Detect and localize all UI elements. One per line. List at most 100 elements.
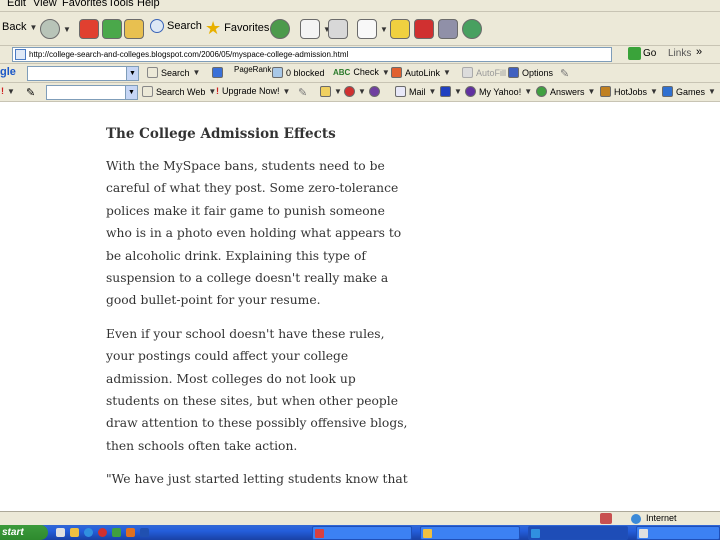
autofill-label: AutoFill xyxy=(476,67,507,78)
taskbar-window-3[interactable] xyxy=(528,526,628,540)
check-dropdown-icon[interactable]: ▼ xyxy=(382,68,390,77)
taskbar-window-1[interactable] xyxy=(312,526,412,540)
note-button[interactable] xyxy=(390,19,410,39)
text-line: be alcoholic drink. Explaining this type… xyxy=(106,248,366,263)
quicklaunch-word-icon[interactable] xyxy=(140,528,149,537)
yahoo-search-dropdown-icon[interactable]: ▼ xyxy=(125,86,137,99)
send-dropdown-icon[interactable]: ▼ xyxy=(454,87,462,96)
google-search-dropdown-icon[interactable]: ▼ xyxy=(126,67,138,80)
edit-dropdown-icon[interactable]: ▼ xyxy=(380,25,388,34)
menu-favorites[interactable]: Favorites xyxy=(62,0,107,9)
menu-help[interactable]: Help xyxy=(137,0,160,9)
favorites-button[interactable]: ★ Favorites xyxy=(205,19,269,37)
edit-button[interactable]: ▼ xyxy=(357,19,388,39)
quicklaunch-app-icon[interactable] xyxy=(112,528,121,537)
popup-blocker-icon xyxy=(272,67,283,78)
links-label[interactable]: Links xyxy=(668,48,691,59)
address-url: http://college-search-and-colleges.blogs… xyxy=(29,50,349,59)
home-button[interactable] xyxy=(124,19,144,39)
links-more-icon[interactable]: » xyxy=(696,46,702,58)
hotjobs-dropdown-icon[interactable]: ▼ xyxy=(650,87,658,96)
pagerank-indicator[interactable]: PageRank xyxy=(234,65,271,74)
mail-dropdown-icon[interactable]: ▼ xyxy=(429,87,437,96)
highlighter-button[interactable]: ✎ xyxy=(298,86,307,99)
answers-label: Answers xyxy=(550,86,585,97)
menu-view[interactable]: View xyxy=(33,0,57,9)
stop-button[interactable] xyxy=(79,19,99,39)
blocker-button[interactable]: ▼ xyxy=(344,86,366,97)
send-button[interactable]: ▼ xyxy=(440,86,462,97)
answers-button[interactable]: Answers ▼ xyxy=(536,86,595,97)
back-button[interactable]: Back ▼ xyxy=(2,21,37,33)
refresh-button[interactable] xyxy=(102,19,122,39)
bookmarks-button[interactable]: ▼ xyxy=(320,86,342,97)
back-dropdown-icon[interactable]: ▼ xyxy=(29,23,37,32)
autolink-button[interactable]: AutoLink ▼ xyxy=(391,67,451,78)
highlight-button[interactable]: ✎ xyxy=(560,67,569,80)
my-yahoo-button[interactable]: My Yahoo! ▼ xyxy=(465,86,532,97)
media-button[interactable] xyxy=(438,19,458,39)
address-bar: http://college-search-and-colleges.blogs… xyxy=(0,46,720,64)
page-content[interactable]: · · · · · · · · · · · · · The College Ad… xyxy=(0,102,720,511)
options-button[interactable]: Options xyxy=(508,67,553,78)
address-input[interactable]: http://college-search-and-colleges.blogs… xyxy=(12,47,612,62)
options-label: Options xyxy=(522,67,554,78)
hotjobs-button[interactable]: HotJobs ▼ xyxy=(600,86,658,97)
quicklaunch-desktop-icon[interactable] xyxy=(56,528,65,537)
go-arrow-icon xyxy=(628,47,641,60)
messenger-button[interactable] xyxy=(462,19,482,39)
google-search-input[interactable]: ▼ xyxy=(27,66,139,81)
research-button[interactable] xyxy=(414,19,434,39)
mail-yahoo-button[interactable]: Mail ▼ xyxy=(395,86,436,97)
games-button[interactable]: Games ▼ xyxy=(662,86,716,97)
my-yahoo-icon xyxy=(465,86,476,97)
window-4-icon xyxy=(639,529,648,538)
menu-tools[interactable]: Tools xyxy=(108,0,134,9)
autofill-button[interactable]: AutoFill xyxy=(462,67,506,78)
taskbar-window-2[interactable] xyxy=(420,526,520,540)
text-line: then schools often take action. xyxy=(106,438,298,453)
forward-button[interactable]: ▼ xyxy=(40,19,71,39)
google-news-button[interactable] xyxy=(212,67,223,78)
page-icon xyxy=(15,49,26,60)
pencil-tool-button[interactable]: ✎ xyxy=(26,86,35,99)
answers-dropdown-icon[interactable]: ▼ xyxy=(588,87,596,96)
google-search-button[interactable]: Search ▼ xyxy=(147,67,200,78)
start-button[interactable]: start xyxy=(0,525,48,540)
blocker-dropdown-icon[interactable]: ▼ xyxy=(358,87,366,96)
google-search-menu-icon[interactable]: ▼ xyxy=(193,68,201,77)
quicklaunch-folder-icon[interactable] xyxy=(70,528,79,537)
yahoo-logo-dropdown-icon[interactable]: ▼ xyxy=(7,87,15,96)
quicklaunch-media-icon[interactable] xyxy=(98,528,107,537)
forward-dropdown-icon[interactable]: ▼ xyxy=(63,25,71,34)
autolink-icon xyxy=(391,67,402,78)
quicklaunch-firefox-icon[interactable] xyxy=(126,528,135,537)
yahoo-search-input[interactable]: ▼ xyxy=(46,85,138,100)
upgrade-button[interactable]: ! Upgrade Now! ▼ xyxy=(216,86,290,96)
autolink-dropdown-icon[interactable]: ▼ xyxy=(443,68,451,77)
my-yahoo-dropdown-icon[interactable]: ▼ xyxy=(524,87,532,96)
search-web-button[interactable]: Search Web ▼ xyxy=(142,86,216,97)
bookmarks-dropdown-icon[interactable]: ▼ xyxy=(334,87,342,96)
upgrade-dropdown-icon[interactable]: ▼ xyxy=(283,87,291,96)
games-dropdown-icon[interactable]: ▼ xyxy=(708,87,716,96)
yahoo-logo-button[interactable]: ! ▼ xyxy=(1,86,15,96)
print-button[interactable] xyxy=(328,19,348,39)
go-button[interactable]: Go xyxy=(628,47,656,60)
history-button[interactable] xyxy=(270,19,290,39)
highlighter-icon: ✎ xyxy=(298,87,308,99)
mail-label: Mail xyxy=(409,86,426,97)
edit-icon xyxy=(357,19,377,39)
pagerank-label: PageRank xyxy=(234,65,272,74)
window-2-icon xyxy=(423,529,432,538)
spell-check-button[interactable]: ABC Check ▼ xyxy=(333,67,390,77)
mail-button[interactable]: ▼ xyxy=(300,19,331,39)
menu-edit[interactable]: Edit xyxy=(7,0,26,9)
google-logo[interactable]: gle xyxy=(0,66,16,78)
quicklaunch-ie-icon[interactable] xyxy=(84,528,93,537)
search-button[interactable]: Search xyxy=(150,19,202,33)
taskbar-window-4[interactable] xyxy=(636,526,720,540)
popup-blocker-button[interactable]: 0 blocked xyxy=(272,67,325,78)
stop-icon xyxy=(79,19,99,39)
messenger-yahoo-button[interactable] xyxy=(369,86,380,97)
